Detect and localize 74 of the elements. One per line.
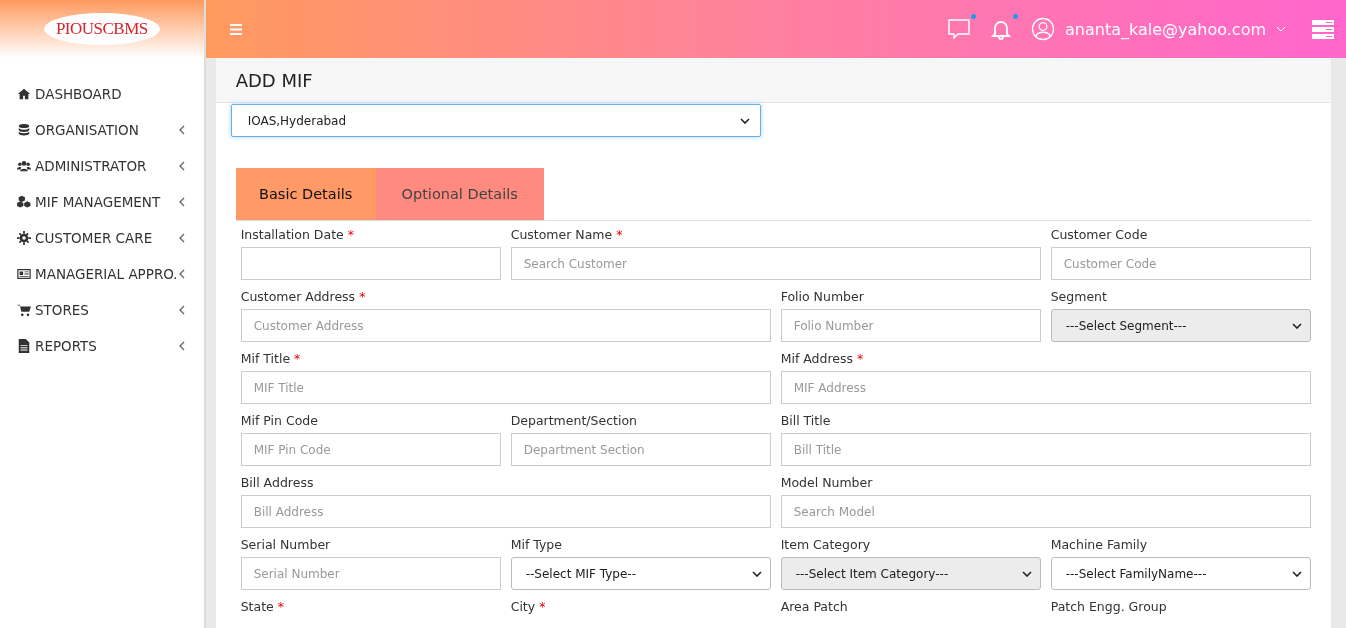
chevron-down-icon[interactable] <box>1276 26 1286 32</box>
home-icon <box>17 87 31 101</box>
chat-icon[interactable] <box>947 17 971 41</box>
input-field[interactable]: MIF Address <box>780 371 1311 404</box>
field-label: Segment <box>1050 289 1108 306</box>
users-icon <box>17 159 31 173</box>
sidebar-item[interactable]: MIF MANAGEMENT <box>0 184 204 220</box>
required-mark: * <box>359 289 366 304</box>
field-label: Patch Engg. Group <box>1050 599 1168 616</box>
field-label: Serial Number <box>240 537 332 554</box>
menu-icon[interactable] <box>229 23 244 35</box>
sidebar-item[interactable]: CUSTOMER CARE <box>0 220 204 256</box>
input-field[interactable]: Bill Address <box>240 495 771 528</box>
required-mark: * <box>277 599 284 614</box>
field-label: Bill Title <box>780 413 832 430</box>
input-field[interactable]: Department Section <box>510 433 771 466</box>
required-mark: * <box>857 351 864 366</box>
field-label: Item Category <box>780 537 872 554</box>
required-mark: * <box>616 227 623 242</box>
field-label: Area Patch <box>780 599 849 616</box>
input-field[interactable]: Customer Code <box>1050 247 1311 280</box>
sidebar-item[interactable]: STORES <box>0 292 204 328</box>
field-label: Department/Section <box>510 413 638 430</box>
field-label: Mif Address * <box>780 351 865 368</box>
input-field[interactable]: MIF Title <box>240 371 771 404</box>
input-field[interactable]: MIF Pin Code <box>240 433 501 466</box>
sidebar-item[interactable]: ORGANISATION <box>0 112 204 148</box>
document-icon <box>17 339 31 353</box>
field-label: Customer Name * <box>510 227 624 244</box>
field-label: Customer Code <box>1050 227 1149 244</box>
input-field[interactable]: Customer Address <box>240 309 771 342</box>
sidebar-item[interactable]: REPORTS <box>0 328 204 364</box>
sidebar-item[interactable]: ADMINISTRATOR <box>0 148 204 184</box>
select-field[interactable]: ---Select FamilyName--- <box>1050 557 1311 590</box>
field-label: City * <box>510 599 547 616</box>
field-label: Customer Address * <box>240 289 367 306</box>
chevron-down-icon <box>1021 570 1032 577</box>
sidebar-item[interactable]: DASHBOARD <box>0 76 204 112</box>
branch-select[interactable]: IOAS,Hyderabad <box>230 104 761 137</box>
logo: PIOUSCBMS <box>43 13 160 45</box>
select-field[interactable]: --Select MIF Type-- <box>510 557 771 590</box>
chevron-down-icon <box>1291 322 1302 329</box>
input-field[interactable]: Search Model <box>780 495 1311 528</box>
input-field[interactable]: Serial Number <box>240 557 501 590</box>
database-icon <box>17 123 31 137</box>
cubes-icon <box>17 195 31 209</box>
input-field[interactable]: Bill Title <box>780 433 1311 466</box>
server-icon[interactable] <box>1312 19 1334 39</box>
chevron-down-icon <box>1291 570 1302 577</box>
tab[interactable]: Optional Details <box>375 168 544 220</box>
page-title: ADD MIF <box>215 58 1331 103</box>
field-label: Machine Family <box>1050 537 1149 554</box>
field-label: Installation Date * <box>240 227 355 244</box>
field-label: Model Number <box>780 475 874 492</box>
gear-icon <box>17 231 31 245</box>
field-label: Mif Pin Code <box>240 413 319 430</box>
field-label: State * <box>240 599 285 616</box>
user-icon[interactable] <box>1031 17 1055 41</box>
field-label: Bill Address <box>240 475 315 492</box>
field-label: Folio Number <box>780 289 865 306</box>
required-mark: * <box>294 351 301 366</box>
required-mark: * <box>347 227 354 242</box>
input-field[interactable]: Search Customer <box>510 247 1041 280</box>
chevron-down-icon <box>739 117 750 124</box>
required-mark: * <box>539 599 546 614</box>
input-field[interactable] <box>240 247 501 280</box>
field-label: Mif Type <box>510 537 563 554</box>
field-label: Mif Title * <box>240 351 302 368</box>
sidebar-item[interactable]: MANAGERIAL APPRO. <box>0 256 204 292</box>
chevron-down-icon <box>751 570 762 577</box>
input-field[interactable]: Folio Number <box>780 309 1041 342</box>
newspaper-icon <box>17 267 31 281</box>
cart-icon <box>17 303 31 317</box>
tab[interactable]: Basic Details <box>235 168 376 220</box>
